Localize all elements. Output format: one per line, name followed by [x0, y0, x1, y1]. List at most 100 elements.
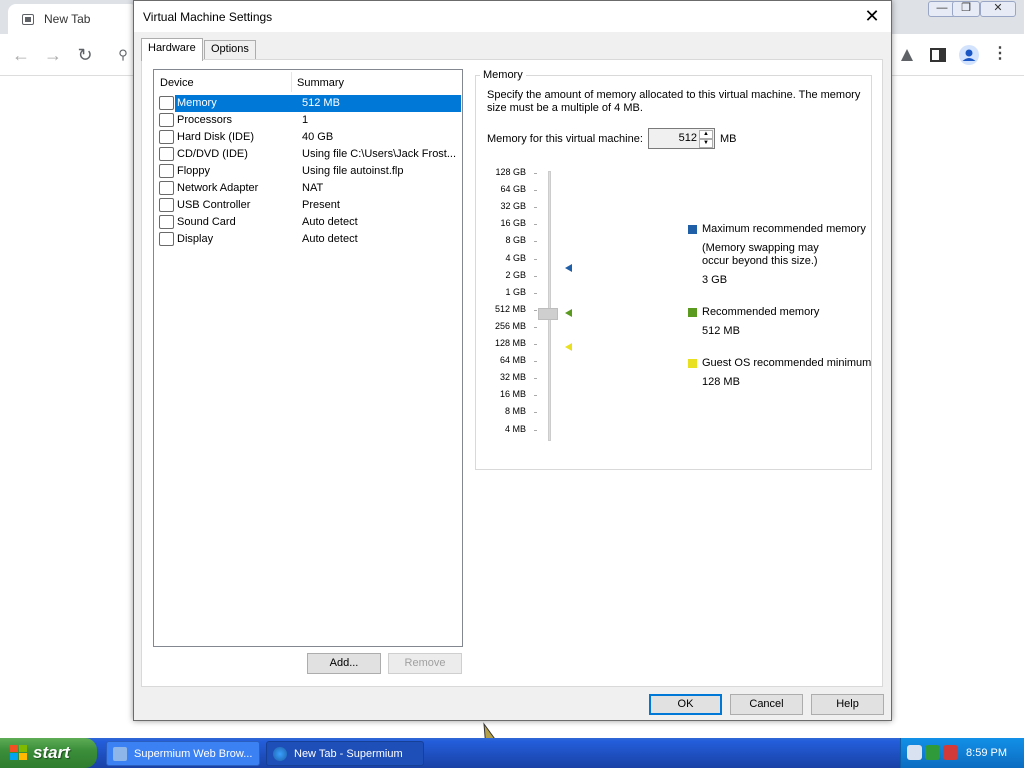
system-tray: 8:59 PM	[900, 738, 1024, 768]
scale-label: 256 MB	[494, 320, 526, 331]
dialog-close-icon[interactable]: ✕	[861, 5, 883, 27]
scale-tick	[534, 224, 537, 226]
device-list[interactable]: Device Summary Memory 512 MB Processors 1 Ha…	[153, 69, 463, 647]
remove-button[interactable]: Remove	[388, 653, 462, 674]
memory-spinbox[interactable]: 512 ▲ ▼	[648, 128, 715, 149]
device-row-cd-dvd-ide[interactable]: CD/DVD (IDE) Using file C:\Users\Jack Fro…	[158, 146, 461, 163]
scale-tick	[534, 429, 537, 431]
profile-avatar-icon[interactable]	[958, 44, 980, 66]
guest-min-label: Guest OS recommended minimum	[702, 357, 872, 369]
browser-tab[interactable]: New Tab	[8, 4, 138, 34]
device-name: Processors	[177, 114, 233, 126]
restore-icon[interactable]: ❐	[952, 1, 980, 17]
cancel-button[interactable]: Cancel	[730, 694, 803, 715]
scale-label: 64 GB	[500, 184, 526, 195]
browser-tab-title: New Tab	[44, 12, 91, 26]
scale-label: 64 MB	[499, 355, 526, 366]
tray-security-icon[interactable]	[925, 745, 940, 760]
memory-group-title: Memory	[480, 69, 526, 81]
device-list-header: Device Summary	[154, 70, 462, 94]
device-row-usb-controller[interactable]: USB Controller Present	[158, 197, 461, 214]
display-icon	[159, 232, 174, 246]
recommended-swatch	[688, 308, 697, 317]
scale-tick	[534, 173, 537, 174]
memory-slider-thumb[interactable]	[538, 308, 558, 320]
start-button[interactable]: start	[0, 738, 97, 768]
vm-settings-dialog: Virtual Machine Settings ✕ Hardware Opti…	[133, 0, 892, 721]
taskbar: start Supermium Web Brow... New Tab - Su…	[0, 738, 1024, 768]
max-recommended-label: Maximum recommended memory	[702, 223, 866, 235]
tray-shield-icon[interactable]	[943, 745, 958, 760]
memory-description: Specify the amount of memory allocated t…	[487, 89, 861, 114]
memory-value[interactable]: 512	[649, 132, 697, 144]
scale-tick	[534, 292, 537, 294]
extension-icon[interactable]	[896, 44, 918, 66]
scale-tick	[534, 344, 537, 345]
close-window-icon[interactable]: ✕	[980, 1, 1016, 17]
device-name: CD/DVD (IDE)	[177, 148, 248, 160]
task-new-tab-supermium[interactable]: New Tab - Supermium	[266, 741, 424, 766]
task-supermium-web-browser[interactable]: Supermium Web Brow...	[106, 741, 260, 766]
device-row-hard-disk-ide[interactable]: Hard Disk (IDE) 40 GB	[158, 129, 461, 146]
device-row-network-adapter[interactable]: Network Adapter NAT	[158, 180, 461, 197]
scale-tick	[534, 258, 537, 260]
back-icon[interactable]: ←	[8, 42, 34, 68]
guest-min-value: 128 MB	[702, 376, 740, 388]
device-row-floppy[interactable]: Floppy Using file autoinst.flp	[158, 163, 461, 180]
scale-tick	[534, 361, 537, 363]
help-button[interactable]: Help	[811, 694, 884, 715]
tab-favicon-icon	[22, 14, 34, 25]
memory-icon	[159, 96, 174, 110]
device-summary: Present	[302, 199, 340, 211]
device-summary: NAT	[302, 182, 324, 194]
add-button[interactable]: Add...	[307, 653, 381, 674]
col-summary-header[interactable]: Summary	[297, 77, 344, 89]
dialog-titlebar: Virtual Machine Settings ✕	[134, 1, 891, 32]
device-row-display[interactable]: Display Auto detect	[158, 231, 461, 248]
scale-label: 4 GB	[505, 252, 526, 263]
column-divider	[291, 72, 292, 92]
side-panel-icon[interactable]	[927, 44, 949, 66]
spin-down-icon[interactable]: ▼	[699, 139, 713, 148]
memory-slider-track[interactable]	[548, 171, 551, 441]
max-recommended-note: (Memory swapping may occur beyond this s…	[702, 242, 819, 267]
processor-icon	[159, 113, 174, 127]
device-row-sound-card[interactable]: Sound Card Auto detect	[158, 214, 461, 231]
device-name: Memory	[175, 95, 299, 112]
device-row-processors[interactable]: Processors 1	[158, 112, 461, 129]
scale-tick	[534, 326, 537, 328]
scale-label: 16 MB	[499, 389, 526, 400]
tray-network-icon[interactable]	[907, 745, 922, 760]
reload-icon[interactable]: ↻	[72, 42, 98, 68]
scale-tick	[534, 412, 537, 414]
device-row-memory[interactable]: Memory 512 MB	[158, 95, 461, 112]
cd-dvd-icon	[159, 147, 174, 161]
ok-button[interactable]: OK	[649, 694, 722, 715]
scale-tick	[534, 309, 537, 311]
scale-tick	[534, 207, 537, 209]
col-device-header[interactable]: Device	[160, 77, 194, 89]
scale-label: 8 MB	[504, 406, 526, 417]
dialog-title: Virtual Machine Settings	[143, 10, 273, 24]
scale-label: 8 GB	[505, 235, 526, 246]
scale-label: 4 MB	[504, 423, 526, 434]
guest-min-marker-icon	[565, 343, 572, 351]
floppy-icon	[159, 164, 174, 178]
scale-tick	[534, 395, 537, 397]
app-icon	[113, 747, 127, 761]
hard-disk-icon	[159, 130, 174, 144]
max-recommended-marker-icon	[565, 264, 572, 272]
network-adapter-icon	[159, 181, 174, 195]
menu-kebab-icon[interactable]: ⋮	[992, 44, 1014, 66]
device-name: Sound Card	[177, 216, 236, 228]
scale-label: 2 GB	[505, 269, 526, 280]
tab-options[interactable]: Options	[204, 40, 256, 60]
forward-icon[interactable]: →	[40, 42, 66, 68]
scale-label: 32 GB	[500, 201, 526, 212]
spin-up-icon[interactable]: ▲	[699, 130, 713, 139]
scale-tick	[534, 378, 537, 380]
tab-hardware[interactable]: Hardware	[141, 38, 203, 61]
device-summary: Auto detect	[302, 233, 358, 245]
scale-label: 128 GB	[495, 167, 526, 177]
device-name: Hard Disk (IDE)	[177, 131, 255, 143]
